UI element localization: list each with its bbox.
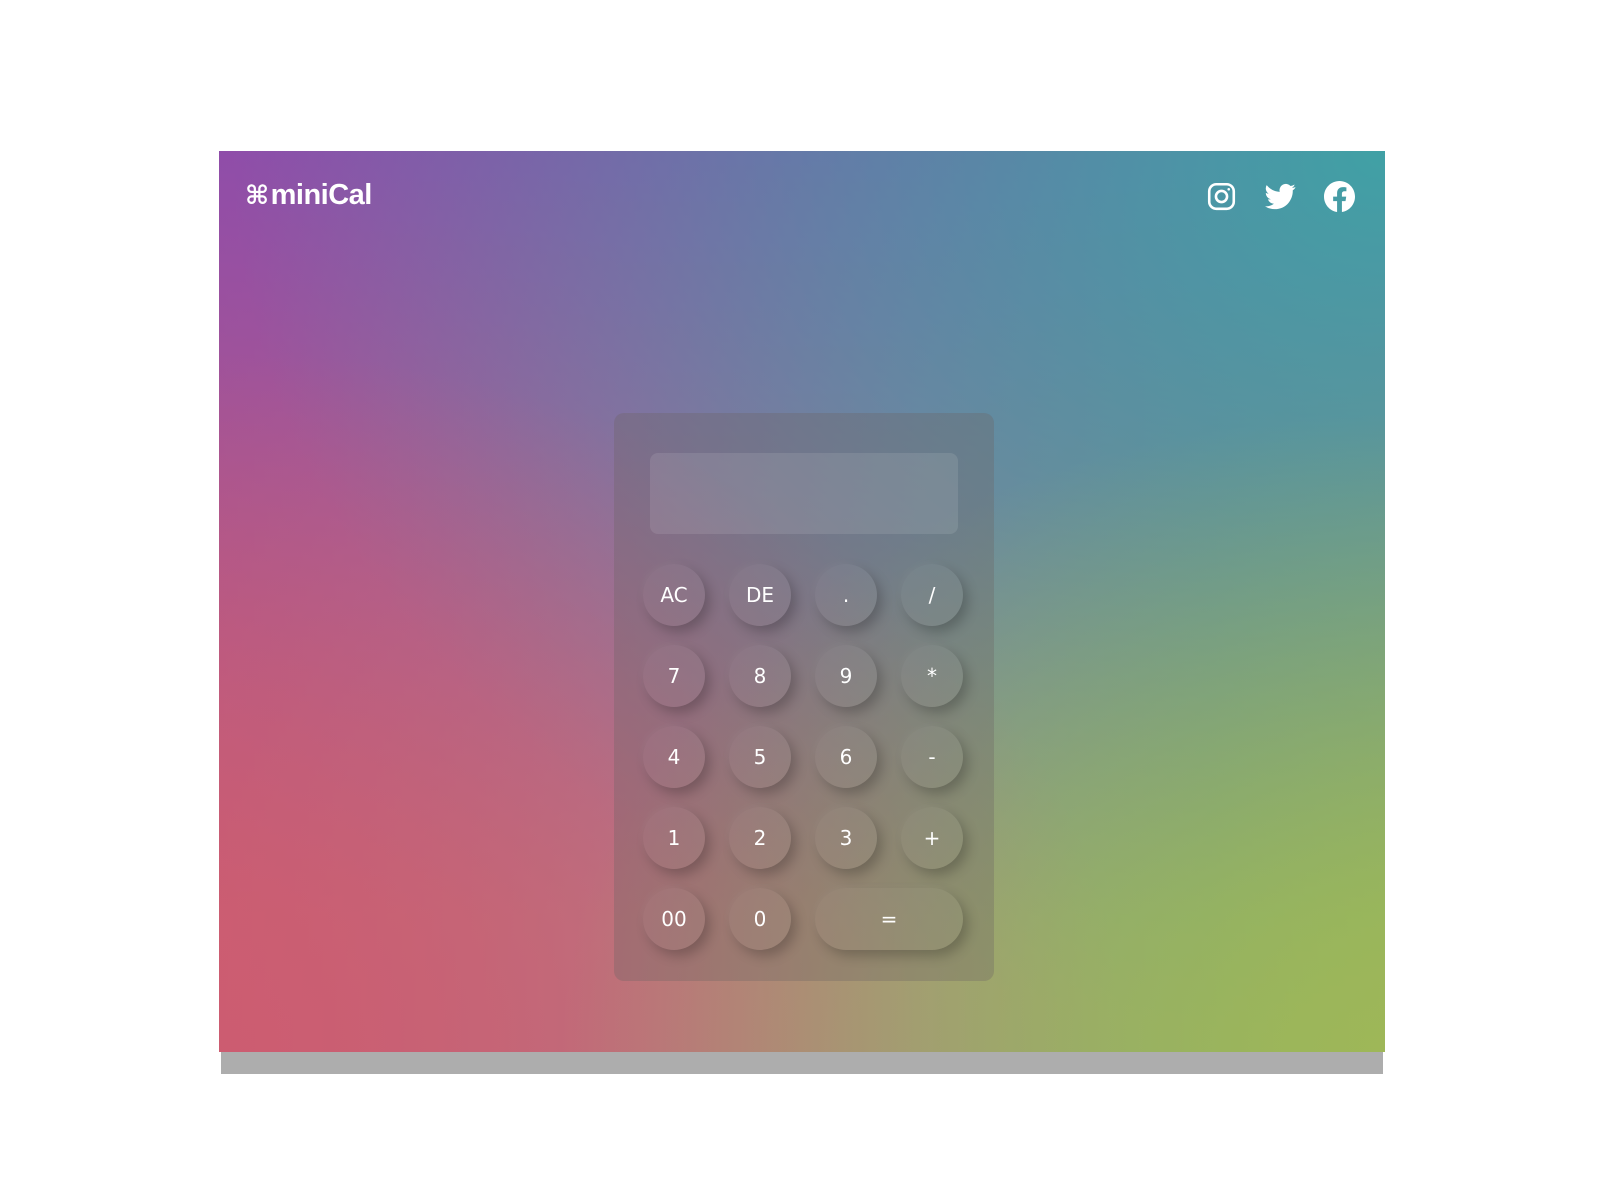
social-links — [1205, 180, 1355, 212]
twitter-link[interactable] — [1264, 180, 1296, 212]
digit-0-button[interactable]: 0 — [729, 888, 791, 950]
digit-5-button[interactable]: 5 — [729, 726, 791, 788]
digit-7-button[interactable]: 7 — [643, 645, 705, 707]
minus-button[interactable]: - — [901, 726, 963, 788]
instagram-icon — [1207, 182, 1235, 210]
double-zero-button[interactable]: 00 — [643, 888, 705, 950]
facebook-icon — [1323, 180, 1355, 212]
calculator-display — [650, 453, 958, 534]
multiply-button[interactable]: * — [901, 645, 963, 707]
plus-button[interactable]: + — [901, 807, 963, 869]
calculator: AC DE . / 7 8 9 * 4 5 6 - 1 2 3 + 00 0 = — [614, 413, 994, 981]
twitter-icon — [1264, 183, 1295, 209]
equals-button[interactable]: = — [815, 888, 963, 950]
app-title: miniCal — [270, 179, 373, 211]
digit-6-button[interactable]: 6 — [815, 726, 877, 788]
divide-button[interactable]: / — [901, 564, 963, 626]
digit-1-button[interactable]: 1 — [643, 807, 705, 869]
digit-4-button[interactable]: 4 — [643, 726, 705, 788]
app-logo[interactable]: ⌘ miniCal — [245, 179, 372, 212]
digit-8-button[interactable]: 8 — [729, 645, 791, 707]
delete-button[interactable]: DE — [729, 564, 791, 626]
digit-9-button[interactable]: 9 — [815, 645, 877, 707]
facebook-link[interactable] — [1323, 180, 1355, 212]
digit-2-button[interactable]: 2 — [729, 807, 791, 869]
all-clear-button[interactable]: AC — [643, 564, 705, 626]
digit-3-button[interactable]: 3 — [815, 807, 877, 869]
command-icon: ⌘ — [245, 180, 269, 211]
instagram-link[interactable] — [1205, 180, 1237, 212]
decimal-button[interactable]: . — [815, 564, 877, 626]
app-window: ⌘ miniCal AC DE . / 7 8 9 * 4 5 6 - 1 2 … — [219, 151, 1385, 1052]
